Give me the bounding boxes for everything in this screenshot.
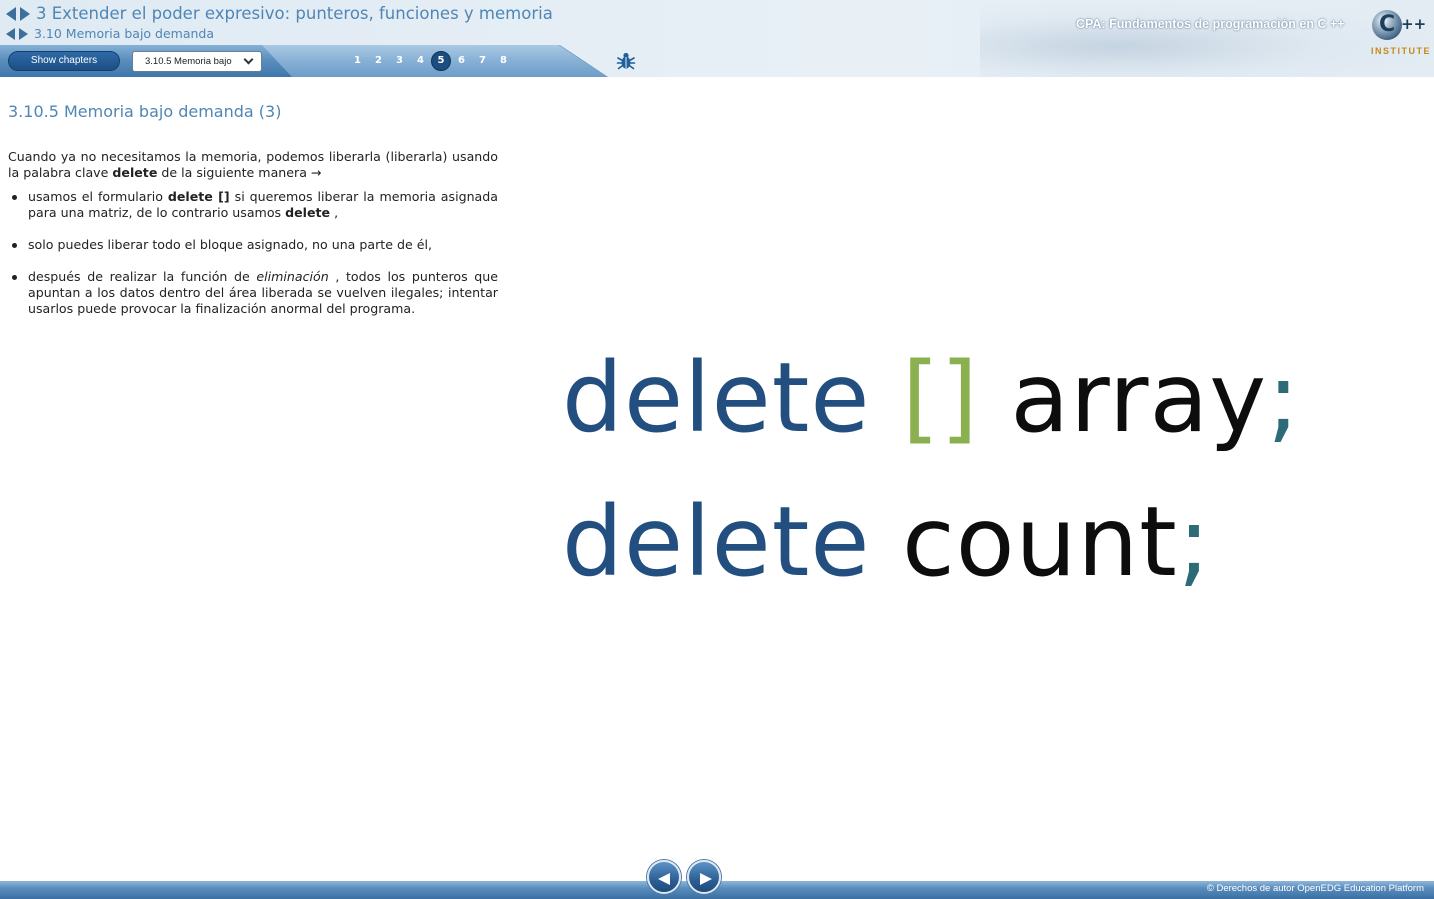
page-number-6[interactable]: 6	[451, 51, 472, 71]
copyright-text: © Derechos de autor OpenEDG Education Pl…	[1206, 883, 1424, 894]
section-title[interactable]: 3.10 Memoria bajo demanda	[34, 26, 214, 41]
header-decoration	[980, 0, 1434, 77]
bullet-text: solo puedes liberar todo el bloque asign…	[28, 237, 432, 252]
bullet-item: usamos el formulario delete [] si querem…	[8, 189, 498, 221]
chevron-down-icon	[243, 54, 254, 65]
code-identifier: count	[901, 486, 1178, 598]
chapter-prev-icon[interactable]	[6, 6, 16, 21]
bullet-item: solo puedes liberar todo el bloque asign…	[8, 237, 498, 253]
logo-suffix: ++	[1401, 15, 1427, 33]
bullet-text: usamos el formulario	[28, 189, 168, 204]
page-number-7[interactable]: 7	[472, 51, 493, 71]
code-semicolon: ;	[1267, 342, 1301, 454]
page-number-1[interactable]: 1	[347, 51, 368, 71]
chapter-next-icon[interactable]	[20, 6, 30, 21]
chapter-title[interactable]: 3 Extender el poder expresivo: punteros,…	[36, 4, 553, 23]
section-next-icon[interactable]	[19, 27, 28, 40]
page-number-8[interactable]: 8	[493, 51, 514, 71]
bullet-text: ,	[330, 205, 339, 220]
page-number-2[interactable]: 2	[368, 51, 389, 71]
bug-icon[interactable]	[616, 51, 636, 71]
show-chapters-button[interactable]: Show chapters	[8, 51, 120, 71]
code-keyword: delete	[562, 342, 871, 454]
course-title: CPA: Fundamentos de programación en C ++	[1076, 17, 1345, 31]
next-page-button[interactable]	[687, 860, 721, 894]
bullet-keyword: delete	[285, 205, 331, 220]
section-nav: 3.10 Memoria bajo demanda	[6, 26, 214, 41]
section-select[interactable]: 3.10.5 Memoria bajo	[132, 51, 262, 72]
page-number-4[interactable]: 4	[410, 51, 431, 71]
code-line-delete-array: delete [] array;	[562, 350, 1300, 446]
section-select-value: 3.10.5 Memoria bajo	[145, 56, 232, 67]
page-number-5[interactable]: 5	[431, 51, 451, 71]
page-number-3[interactable]: 3	[389, 51, 410, 71]
page-pagination: 12345678	[347, 51, 514, 71]
chapter-nav: 3 Extender el poder expresivo: punteros,…	[6, 4, 553, 23]
arrow-right-icon	[700, 873, 712, 885]
code-keyword: delete	[562, 486, 871, 598]
bullet-emphasis: eliminación	[256, 269, 329, 284]
prev-page-button[interactable]	[647, 860, 681, 894]
intro-paragraph: Cuando ya no necesitamos la memoria, pod…	[8, 149, 498, 181]
code-brackets: []	[901, 342, 979, 454]
bullet-list: usamos el formulario delete [] si querem…	[8, 189, 498, 333]
code-semicolon: ;	[1177, 486, 1212, 598]
bullet-keyword: delete []	[167, 189, 230, 204]
code-identifier: array	[1010, 342, 1268, 454]
intro-keyword: delete	[112, 165, 158, 180]
page-title: 3.10.5 Memoria bajo demanda (3)	[8, 102, 282, 121]
arrow-left-icon	[658, 873, 670, 885]
section-prev-icon[interactable]	[6, 27, 15, 40]
code-line-delete-count: delete count;	[562, 494, 1211, 590]
logo-mark: C	[1379, 12, 1396, 37]
bullet-text: después de realizar la función de	[28, 269, 257, 284]
cpp-institute-logo: C ++ INSTITUTE	[1368, 8, 1430, 60]
bullet-item: después de realizar la función de elimin…	[8, 269, 498, 317]
logo-tagline: INSTITUTE	[1371, 46, 1431, 56]
intro-text-end: de la siguiente manera →	[157, 165, 322, 180]
